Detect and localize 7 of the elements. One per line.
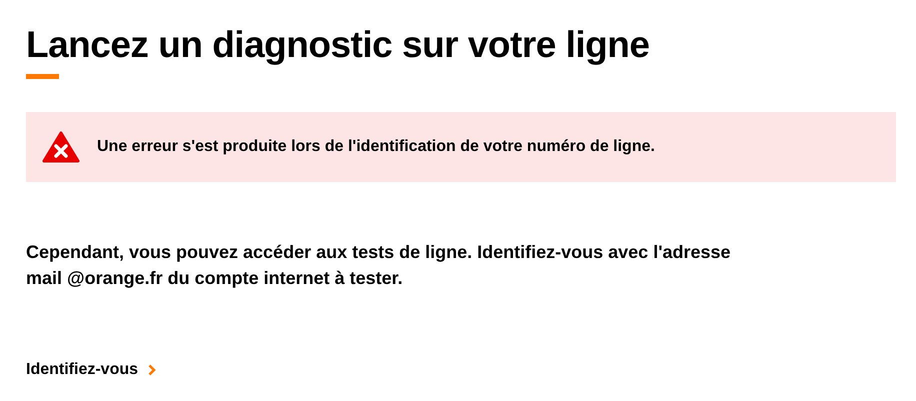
info-paragraph: Cependant, vous pouvez accéder aux tests de ligne. Identifiez-vous avec l'adresse mail @orange.fr du compte internet à tester. — [26, 241, 732, 290]
error-message: Une erreur s'est produite lors de l'identification de votre numéro de ligne. — [97, 137, 655, 157]
chevron-icon — [148, 364, 156, 376]
title-underline — [26, 74, 59, 79]
page-title: Lancez un diagnostic sur votre ligne — [26, 23, 650, 67]
error-icon — [42, 131, 80, 163]
login-link[interactable]: Identifiez-vous — [26, 358, 156, 382]
